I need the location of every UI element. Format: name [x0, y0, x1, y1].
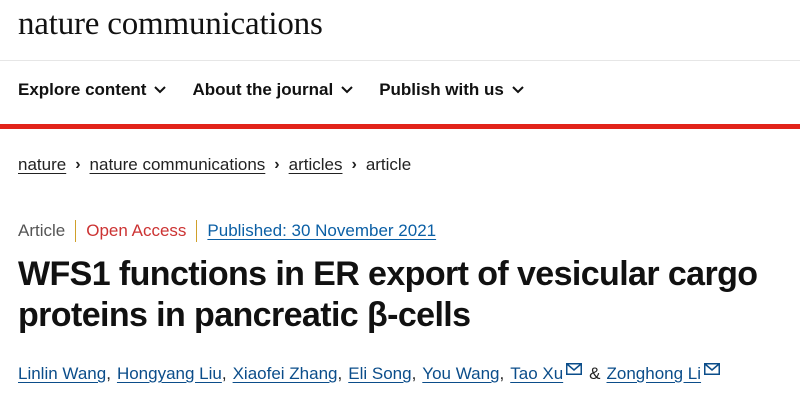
breadcrumb: nature › nature communications › article…: [18, 155, 411, 175]
author-link[interactable]: Zonghong Li: [607, 364, 702, 384]
author-separator: ,: [411, 364, 417, 383]
email-icon[interactable]: [566, 363, 583, 375]
journal-logo[interactable]: nature communications: [18, 6, 323, 43]
chevron-down-icon: [154, 86, 167, 94]
nav-explore-content[interactable]: Explore content: [18, 80, 167, 100]
chevron-right-icon: ›: [351, 156, 357, 173]
nav-label: Explore content: [18, 80, 147, 99]
header-divider: [0, 60, 800, 61]
breadcrumb-articles[interactable]: articles: [289, 155, 343, 175]
open-access-badge: Open Access: [86, 221, 187, 240]
chevron-right-icon: ›: [75, 156, 81, 173]
email-icon[interactable]: [704, 363, 721, 375]
nav-about-journal[interactable]: About the journal: [192, 80, 353, 100]
article-type: Article: [18, 221, 66, 240]
main-nav: Explore content About the journal Publis…: [18, 80, 524, 100]
meta-divider: [196, 220, 198, 242]
author-separator: ,: [106, 364, 111, 383]
author-separator: ,: [221, 364, 227, 383]
author-list: Linlin Wang, Hongyang Liu, Xiaofei Zhang…: [18, 363, 721, 384]
breadcrumb-nature-communications[interactable]: nature communications: [90, 155, 266, 175]
author-separator: ,: [499, 364, 505, 383]
article-meta: Article Open Access Published: 30 Novemb…: [18, 220, 436, 242]
breadcrumb-nature[interactable]: nature: [18, 155, 66, 175]
author-link[interactable]: Linlin Wang: [18, 364, 106, 384]
chevron-right-icon: ›: [274, 156, 280, 173]
nav-publish-with-us[interactable]: Publish with us: [379, 80, 524, 100]
author-link[interactable]: You Wang: [422, 364, 499, 384]
accent-bar: [0, 124, 800, 129]
published-date-link[interactable]: Published: 30 November 2021: [207, 221, 436, 241]
meta-divider: [75, 220, 77, 242]
chevron-down-icon: [512, 86, 524, 94]
article-title: WFS1 functions in ER export of vesicular…: [18, 255, 758, 334]
author-link[interactable]: Tao Xu: [510, 364, 563, 384]
nav-label: Publish with us: [379, 80, 504, 99]
author-ampersand: &: [589, 364, 601, 383]
author-link[interactable]: Eli Song: [348, 364, 411, 384]
nav-label: About the journal: [192, 80, 334, 99]
chevron-down-icon: [341, 86, 353, 94]
breadcrumb-current: article: [365, 155, 412, 174]
author-separator: ,: [337, 364, 343, 383]
author-link[interactable]: Xiaofei Zhang: [233, 364, 338, 384]
author-link[interactable]: Hongyang Liu: [117, 364, 222, 384]
